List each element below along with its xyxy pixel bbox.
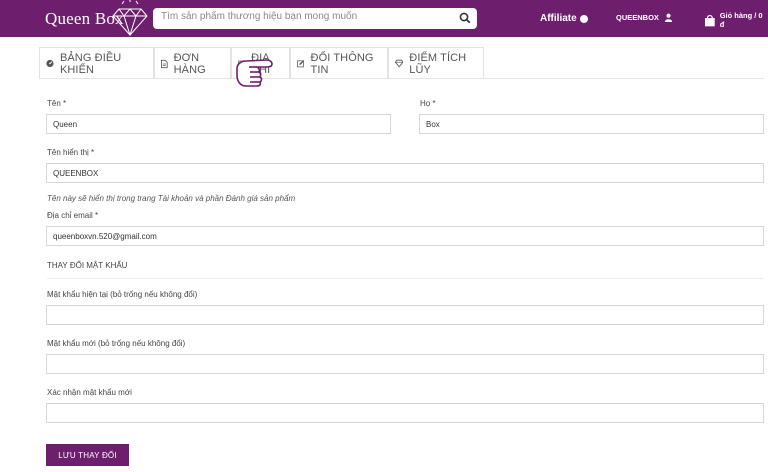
tab-loyalty-points-label: ĐIỂM TÍCH LŨY (409, 51, 467, 76)
pointing-hand-cursor-icon (236, 59, 273, 87)
search-box (153, 8, 477, 29)
new-password-label: Mật khẩu mới (bỏ trống nếu không đổi) (47, 339, 186, 348)
display-name-note: Tên này sẽ hiển thị trong trang Tài khoả… (47, 194, 296, 203)
display-name-field[interactable] (46, 163, 764, 183)
last-name-field[interactable] (419, 114, 764, 134)
edit-icon (297, 60, 305, 68)
document-icon (161, 59, 168, 68)
current-password-field[interactable] (46, 305, 764, 325)
account-name: QUEENBOX (616, 13, 659, 22)
tab-edit-info[interactable]: ĐỔI THÔNG TIN (290, 47, 388, 79)
current-password-label: Mật khẩu hiện tại (bỏ trống nếu không đổ… (47, 290, 198, 299)
diamond-icon (395, 59, 404, 68)
tab-orders-label: ĐƠN HÀNG (173, 51, 206, 76)
tab-orders[interactable]: ĐƠN HÀNG (154, 47, 231, 79)
top-header: Queen Box Affiliate QUEENBOX (0, 0, 768, 37)
tabs-divider (39, 78, 764, 79)
tab-edit-info-label: ĐỔI THÔNG TIN (310, 51, 374, 76)
tab-dashboard-label: BẢNG ĐIỀU KHIỂN (59, 51, 122, 76)
cart-label: Giỏ hàng / 0 đ (719, 11, 763, 29)
user-icon (664, 13, 673, 22)
cart-bag-icon (704, 14, 715, 26)
confirm-password-field[interactable] (46, 403, 764, 423)
diamond-logo-icon (112, 0, 148, 36)
search-icon[interactable] (459, 12, 471, 24)
affiliate-link[interactable]: Affiliate (540, 13, 588, 24)
logo[interactable]: Queen Box (45, 0, 148, 36)
affiliate-dot-icon (579, 14, 588, 23)
last-name-label: Họ * (420, 99, 436, 108)
affiliate-label: Affiliate (540, 13, 577, 24)
display-name-label: Tên hiển thị * (47, 148, 95, 157)
password-section-title: THAY ĐỔI MẬT KHẨU (47, 261, 128, 270)
new-password-field[interactable] (46, 354, 764, 374)
search-input[interactable] (161, 11, 451, 22)
confirm-password-label: Xác nhận mật khẩu mới (47, 388, 132, 397)
first-name-label: Tên * (47, 99, 67, 108)
password-section-divider (47, 278, 764, 279)
tab-dashboard[interactable]: BẢNG ĐIỀU KHIỂN (39, 47, 154, 79)
first-name-field[interactable] (46, 114, 391, 134)
dashboard-icon (46, 59, 54, 68)
save-changes-button[interactable]: LƯU THAY ĐỔI (46, 444, 129, 466)
cart-link[interactable]: Giỏ hàng / 0 đ (704, 11, 768, 29)
tab-loyalty-points[interactable]: ĐIỂM TÍCH LŨY (388, 47, 484, 79)
email-field[interactable] (46, 226, 764, 246)
account-link[interactable]: QUEENBOX (616, 13, 673, 22)
email-label: Địa chỉ email * (47, 211, 99, 220)
